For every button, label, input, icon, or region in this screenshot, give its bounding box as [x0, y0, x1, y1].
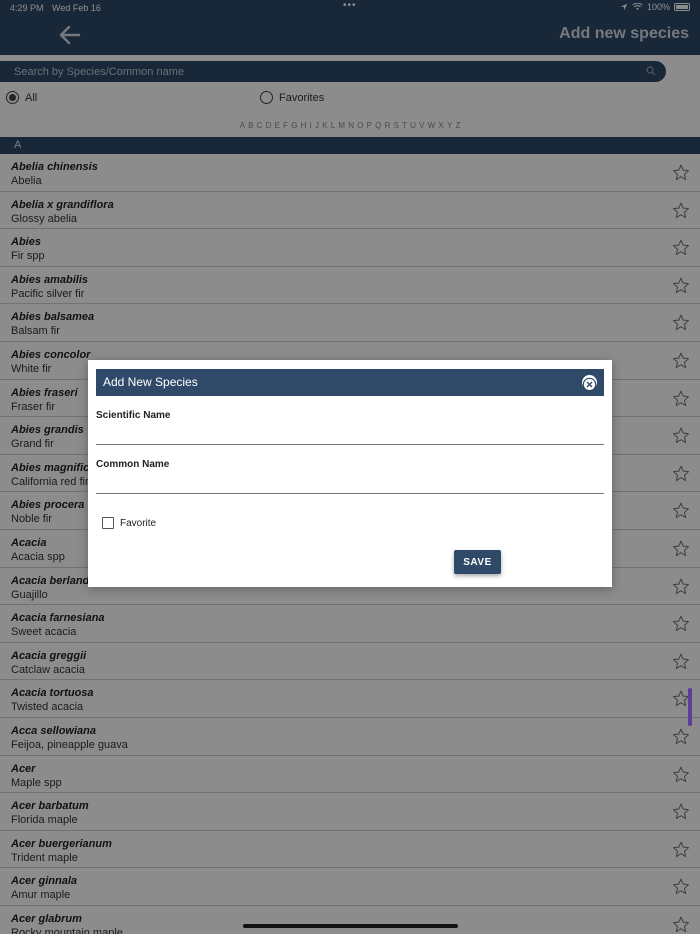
scroll-indicator: [688, 688, 692, 726]
save-button[interactable]: SAVE: [454, 550, 501, 574]
favorite-checkbox-row[interactable]: Favorite: [102, 517, 156, 529]
common-name-label: Common Name: [96, 459, 170, 470]
scientific-name-input[interactable]: [96, 425, 604, 445]
favorite-checkbox[interactable]: [102, 517, 114, 529]
dialog-header: Add New Species: [96, 369, 604, 396]
dialog-title: Add New Species: [103, 375, 198, 389]
add-species-dialog: Add New Species Scientific Name Common N…: [88, 360, 612, 587]
common-name-input[interactable]: [96, 474, 604, 494]
close-icon: [582, 377, 597, 392]
scientific-name-label: Scientific Name: [96, 410, 171, 421]
favorite-label: Favorite: [120, 517, 157, 529]
close-button[interactable]: [582, 375, 597, 392]
home-indicator: [243, 924, 458, 928]
